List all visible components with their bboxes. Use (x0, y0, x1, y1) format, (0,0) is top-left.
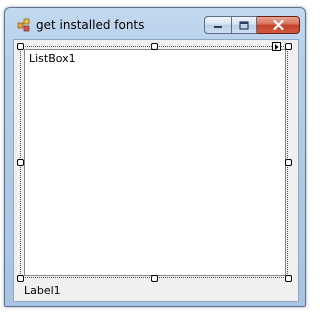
label1: Label1 (24, 284, 61, 297)
resize-handle-top[interactable] (151, 43, 158, 50)
form-window: get installed fonts ListBox1 Label1 (4, 7, 306, 307)
minimize-icon (214, 26, 222, 28)
smart-tag-arrow-icon (275, 43, 279, 50)
smart-tag-button[interactable] (272, 42, 281, 51)
caption-buttons (204, 16, 300, 35)
maximize-button[interactable] (231, 16, 257, 34)
winforms-app-icon (17, 18, 30, 32)
maximize-icon (239, 20, 249, 30)
close-icon (272, 20, 284, 30)
resize-handle-bottom-left[interactable] (17, 275, 24, 282)
listbox1-text: ListBox1 (29, 52, 76, 65)
minimize-button[interactable] (204, 16, 231, 34)
listbox1[interactable]: ListBox1 (24, 49, 286, 276)
close-button[interactable] (257, 16, 300, 34)
title-bar[interactable]: get installed fonts (5, 8, 305, 40)
resize-handle-right[interactable] (285, 159, 292, 166)
window-title: get installed fonts (36, 18, 145, 32)
resize-handle-bottom-right[interactable] (285, 275, 292, 282)
resize-handle-top-left[interactable] (17, 43, 24, 50)
form-client-area: ListBox1 Label1 (13, 39, 299, 302)
resize-handle-left[interactable] (17, 159, 24, 166)
resize-handle-bottom[interactable] (151, 275, 158, 282)
resize-handle-top-right[interactable] (285, 43, 292, 50)
